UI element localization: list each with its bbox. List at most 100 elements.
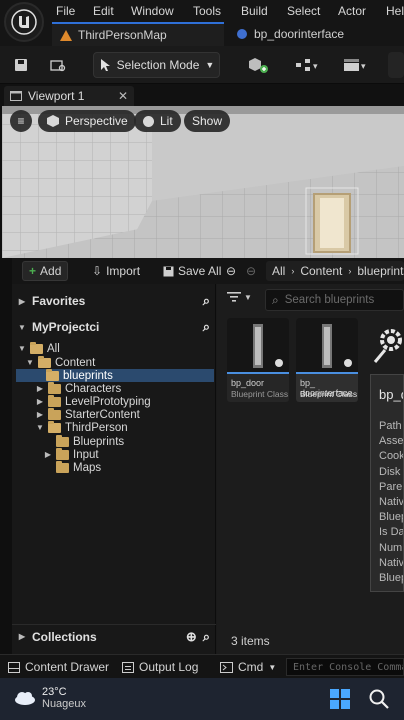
tab-thirdpersonmap[interactable]: ThirdPersonMap	[52, 22, 224, 46]
view-mode-button[interactable]: Lit	[134, 110, 181, 132]
browse-button[interactable]	[46, 52, 70, 78]
back-arrow-icon: ⊖	[226, 264, 237, 278]
selection-mode-dropdown[interactable]: Selection Mode ▼	[93, 52, 220, 78]
add-button[interactable]: + Add	[22, 261, 69, 281]
save-all-button[interactable]: Save All	[157, 261, 227, 281]
cmd-dropdown[interactable]: Cmd ▼	[220, 655, 276, 679]
folder-icon	[48, 420, 61, 433]
menu-bar: File Edit Window Tools Build Select Acto…	[0, 0, 404, 22]
add-actor-button[interactable]	[242, 52, 278, 78]
tree-item-startercontent[interactable]: ▶ StarterContent	[36, 407, 140, 421]
tooltip-row: Nativ	[379, 496, 404, 509]
hamburger-icon: ≡	[17, 114, 25, 128]
filter-button[interactable]: ▼	[227, 292, 252, 302]
breadcrumb-blueprints[interactable]: blueprints	[357, 264, 404, 278]
plus-icon: +	[29, 264, 37, 278]
add-collection-icon[interactable]: ⊕	[186, 629, 197, 645]
menu-actor[interactable]: Actor	[338, 4, 366, 18]
drawer-icon	[8, 661, 20, 673]
tree-item-maps[interactable]: Maps	[56, 460, 101, 474]
perspective-button[interactable]: Perspective	[38, 110, 136, 132]
save-all-label: Save All	[178, 264, 222, 278]
sources-panel: ▶ Favorites ⌕ ▼ MyProjectci ⌕ ▼ All ▼ Co…	[12, 284, 216, 654]
search-icon[interactable]: ⌕	[203, 293, 210, 309]
add-label: Add	[40, 264, 62, 278]
chevron-down-icon: ▼	[244, 292, 252, 302]
tree-item-all[interactable]: ▼ All	[18, 341, 60, 355]
menu-edit[interactable]: Edit	[93, 4, 114, 18]
tooltip-row: Num	[379, 541, 403, 554]
selection-mode-label: Selection Mode	[116, 58, 200, 72]
search-icon	[369, 689, 389, 709]
tree-item-input[interactable]: ▶ Input	[44, 447, 99, 461]
search-icon[interactable]: ⌕	[203, 629, 210, 645]
menu-file[interactable]: File	[56, 4, 75, 18]
cinematics-button[interactable]: ▾	[338, 52, 374, 78]
tree-label: All	[47, 342, 60, 355]
favorites-header[interactable]: ▶ Favorites ⌕	[12, 289, 216, 313]
tree-label: Blueprints	[73, 435, 125, 448]
collections-header[interactable]: ▶ Collections ⊕ ⌕	[12, 624, 216, 648]
menu-select[interactable]: Select	[287, 4, 320, 18]
play-button[interactable]	[388, 52, 404, 78]
cursor-icon	[100, 59, 110, 71]
main-toolbar: Selection Mode ▼ ▾ ▾	[0, 46, 404, 84]
tab-label: ThirdPersonMap	[78, 28, 167, 42]
chevron-down-icon: ▼	[36, 423, 44, 432]
breadcrumb-all[interactable]: All	[272, 264, 285, 278]
folder-icon	[38, 355, 51, 368]
forward-button[interactable]: ⊖	[244, 261, 258, 281]
asset-bp-door[interactable]: bp_door Blueprint Class	[227, 318, 289, 402]
taskbar-search-button[interactable]	[368, 688, 390, 710]
show-flags-button[interactable]: Show	[184, 110, 231, 132]
level-viewport[interactable]: ≡ Perspective Lit Show	[2, 106, 404, 258]
svg-text:▾: ▾	[361, 61, 366, 71]
chevron-right-icon: ▶	[36, 397, 44, 406]
chevron-down-icon: ▼	[18, 344, 26, 353]
perspective-label: Perspective	[65, 114, 128, 128]
log-icon	[122, 661, 134, 673]
asset-name: bp_door	[231, 378, 265, 388]
tree-item-levelprototyping[interactable]: ▶ LevelPrototyping	[36, 394, 151, 408]
breadcrumb-content[interactable]: Content	[300, 264, 342, 278]
chevron-right-icon: ▶	[36, 384, 44, 393]
tree-item-characters[interactable]: ▶ Characters	[36, 381, 121, 395]
tree-label: StarterContent	[65, 408, 140, 421]
project-header[interactable]: ▼ MyProjectci ⌕	[12, 315, 216, 339]
menu-build[interactable]: Build	[241, 4, 268, 18]
tab-viewport-1[interactable]: Viewport 1 ✕	[4, 86, 134, 106]
tree-item-thirdperson[interactable]: ▼ ThirdPerson	[36, 420, 128, 434]
asset-settings[interactable]	[367, 320, 404, 376]
asset-name-line-1: bp_	[300, 378, 316, 388]
import-button[interactable]: ⇩ Import	[86, 261, 146, 281]
blueprint-menu-button[interactable]: ▾	[290, 52, 326, 78]
tree-item-blueprints[interactable]: blueprints	[16, 368, 214, 382]
tooltip-row: Cook	[379, 450, 404, 463]
save-button[interactable]	[10, 52, 32, 78]
viewport-options-button[interactable]: ≡	[10, 110, 32, 132]
filter-icon	[227, 292, 241, 302]
start-button[interactable]	[330, 689, 350, 709]
close-icon[interactable]: ✕	[118, 89, 128, 103]
import-icon: ⇩	[92, 264, 103, 278]
tab-bp-doorinterface[interactable]: bp_doorinterface	[228, 22, 404, 46]
weather-widget[interactable]: 23°C Nuageux	[14, 686, 86, 710]
content-drawer-button[interactable]: Content Drawer	[8, 655, 109, 679]
tree-item-blueprints-sub[interactable]: Blueprints	[56, 434, 125, 448]
asset-bp-doorinterface[interactable]: bp_ doorinterface Blueprint Class	[296, 318, 358, 402]
unreal-logo-icon[interactable]	[4, 2, 44, 42]
menu-window[interactable]: Window	[131, 4, 174, 18]
back-button[interactable]: ⊖	[224, 261, 238, 281]
search-field[interactable]: ⌕ Search blueprints	[265, 289, 404, 311]
console-input[interactable]: Enter Console Command	[286, 658, 404, 676]
tree-item-content[interactable]: ▼ Content	[26, 355, 95, 369]
asset-thumbnail	[227, 318, 289, 374]
search-placeholder: Search blueprints	[284, 294, 375, 306]
folder-icon	[56, 460, 69, 473]
content-drawer-label: Content Drawer	[25, 660, 110, 674]
chevron-right-icon: ▶	[36, 410, 44, 419]
menu-tools[interactable]: Tools	[193, 4, 221, 18]
output-log-button[interactable]: Output Log	[122, 655, 198, 679]
menu-help[interactable]: Help	[386, 4, 404, 18]
search-icon[interactable]: ⌕	[203, 319, 210, 335]
